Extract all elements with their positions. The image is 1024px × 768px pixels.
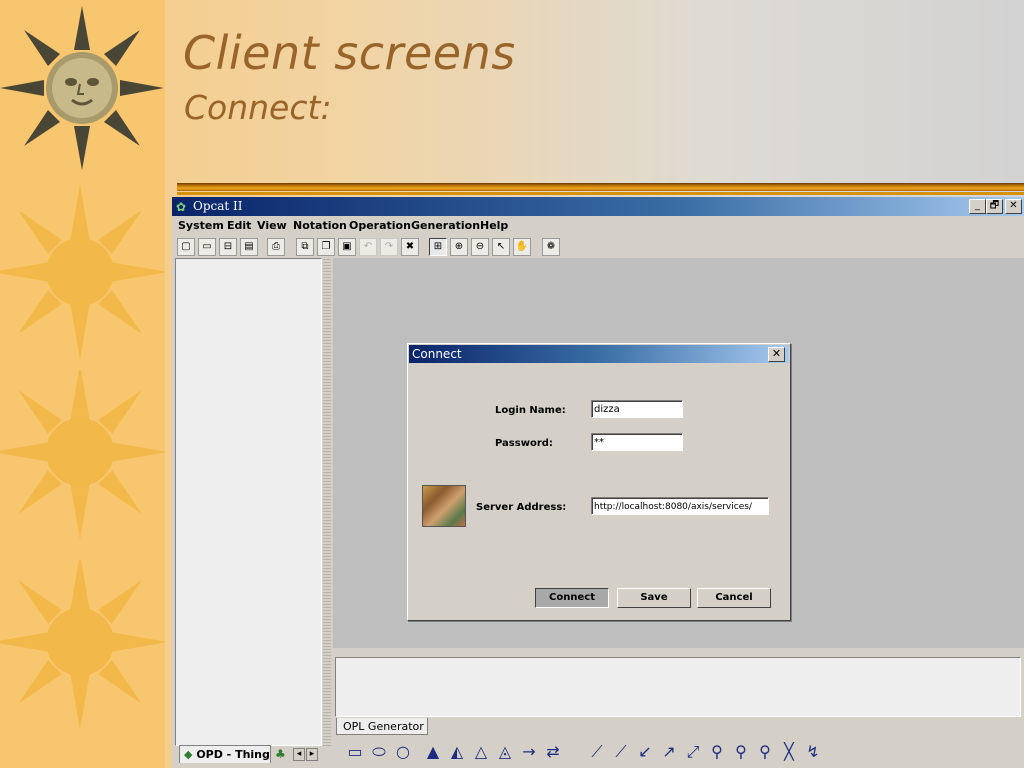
cancel-button[interactable]: Cancel xyxy=(697,588,771,608)
vertical-splitter[interactable] xyxy=(323,258,331,748)
tab-scroll-right-button[interactable]: ▸ xyxy=(306,748,318,761)
fit-icon[interactable]: ⊞ xyxy=(429,238,447,256)
divider-rule xyxy=(177,183,1024,191)
connect-button[interactable]: Connect xyxy=(535,588,609,608)
tree-icon: ◆ xyxy=(184,748,193,761)
users-group-icon xyxy=(422,485,466,527)
condition-link-icon[interactable]: ⚲ xyxy=(731,742,751,762)
save-button[interactable]: Save xyxy=(617,588,691,608)
object-tool-icon[interactable]: ▭ xyxy=(345,742,365,762)
dialog-titlebar[interactable]: Connect ✕ xyxy=(409,345,789,363)
save-as-icon[interactable]: ⊟ xyxy=(219,238,237,256)
unidirectional-link-icon[interactable]: → xyxy=(519,742,539,762)
pointer-icon[interactable]: ↖ xyxy=(492,238,510,256)
left-panel-tabs: ◆ OPD - Thing ♣ ◂ ▸ xyxy=(175,745,325,765)
dialog-close-button[interactable]: ✕ xyxy=(768,347,785,362)
zoom-out-icon[interactable]: ⊖ xyxy=(471,238,489,256)
cut-icon[interactable]: ⧉ xyxy=(296,238,314,256)
copy-icon[interactable]: ❐ xyxy=(317,238,335,256)
password-field[interactable]: ** xyxy=(591,433,683,451)
sun-icon xyxy=(0,184,165,360)
close-button[interactable]: ✕ xyxy=(1005,199,1022,214)
bidirectional-link-icon[interactable]: ⇄ xyxy=(543,742,563,762)
open-icon[interactable]: ▭ xyxy=(198,238,216,256)
tab-opd-thing-label: OPD - Thing xyxy=(196,748,270,761)
slide-subtitle: Connect: xyxy=(184,88,332,127)
menu-system[interactable]: System xyxy=(178,219,224,232)
menu-notation[interactable]: Notation xyxy=(293,219,347,232)
hand-icon[interactable]: ✋ xyxy=(513,238,531,256)
tab-opl-generator[interactable]: OPL Generator xyxy=(336,718,428,735)
dialog-title: Connect xyxy=(412,347,462,361)
sun-icon xyxy=(0,560,165,730)
menu-edit[interactable]: Edit xyxy=(227,219,251,232)
event-link-icon[interactable]: ⚲ xyxy=(707,742,727,762)
horizontal-splitter[interactable] xyxy=(333,649,1024,655)
decorative-sidebar xyxy=(0,0,165,768)
tab-scroll-left-button[interactable]: ◂ xyxy=(293,748,305,761)
opl-text-area[interactable] xyxy=(335,657,1021,717)
delete-icon[interactable]: ✖ xyxy=(401,238,419,256)
aggregation-tool-icon[interactable]: ▲ xyxy=(423,742,443,762)
shape-toolbar: ▭ ⬭ ○ ▲ ◭ △ ◬ → ⇄ ⟋ ⟋ ↙ ↗ ⤢ ⚲ ⚲ ⚲ ╳ ↯ xyxy=(333,738,1024,766)
animation-icon[interactable]: ❁ xyxy=(542,238,560,256)
metal-sun-icon xyxy=(0,6,164,170)
app-logo-icon: ✿ xyxy=(176,200,187,214)
sun-icon xyxy=(0,370,165,540)
window-titlebar[interactable]: ✿ Opcat II _ 🗗 ✕ xyxy=(172,197,1024,216)
process-tool-icon[interactable]: ⬭ xyxy=(369,742,389,762)
divider-rule-lower xyxy=(177,192,1024,195)
print-icon[interactable]: ⎙ xyxy=(267,238,285,256)
instrument-link-icon[interactable]: ⟋ xyxy=(611,742,631,762)
agent-link-icon[interactable]: ⟋ xyxy=(587,742,607,762)
restore-button[interactable]: 🗗 xyxy=(986,199,1003,214)
minimize-button[interactable]: _ xyxy=(969,199,986,214)
login-name-field[interactable]: dizza xyxy=(591,400,683,418)
connect-dialog: Connect ✕ Login Name: dizza Password: **… xyxy=(407,343,791,621)
server-address-field[interactable]: http://localhost:8080/axis/services/ xyxy=(591,497,769,515)
menu-bar: System Edit View Notation Operation Gene… xyxy=(172,217,1024,234)
password-label: Password: xyxy=(495,438,553,449)
classification-tool-icon[interactable]: ◬ xyxy=(495,742,515,762)
exhibition-tool-icon[interactable]: ◭ xyxy=(447,742,467,762)
exception-link-icon[interactable]: ╳ xyxy=(779,742,799,762)
zoom-in-icon[interactable]: ⊕ xyxy=(450,238,468,256)
undo-icon[interactable]: ↶ xyxy=(359,238,377,256)
library-tab-icon[interactable]: ♣ xyxy=(275,747,286,761)
slide-title: Client screens xyxy=(183,26,516,80)
tab-opd-thing[interactable]: ◆ OPD - Thing xyxy=(179,745,271,763)
new-icon[interactable]: ▢ xyxy=(177,238,195,256)
login-label: Login Name: xyxy=(495,405,566,416)
toolbar: ▢ ▭ ⊟ ▤ ⎙ ⧉ ❐ ▣ ↶ ↷ ✖ ⊞ ⊕ ⊖ ↖ ✋ ❁ xyxy=(172,235,1024,257)
opd-tree-panel[interactable] xyxy=(175,258,322,746)
invocation-link-icon[interactable]: ⚲ xyxy=(755,742,775,762)
result-link-icon[interactable]: ↗ xyxy=(659,742,679,762)
redo-icon[interactable]: ↷ xyxy=(380,238,398,256)
menu-view[interactable]: View xyxy=(257,219,287,232)
invoke-link-icon[interactable]: ↯ xyxy=(803,742,823,762)
effect-link-icon[interactable]: ⤢ xyxy=(683,742,703,762)
window-title: Opcat II xyxy=(193,199,243,213)
state-tool-icon[interactable]: ○ xyxy=(393,742,413,762)
consumption-link-icon[interactable]: ↙ xyxy=(635,742,655,762)
generalization-tool-icon[interactable]: △ xyxy=(471,742,491,762)
server-address-label: Server Address: xyxy=(476,502,567,513)
menu-help[interactable]: Help xyxy=(480,219,508,232)
save-icon[interactable]: ▤ xyxy=(240,238,258,256)
paste-icon[interactable]: ▣ xyxy=(338,238,356,256)
menu-generation[interactable]: Generation xyxy=(411,219,480,232)
menu-operation[interactable]: Operation xyxy=(349,219,411,232)
